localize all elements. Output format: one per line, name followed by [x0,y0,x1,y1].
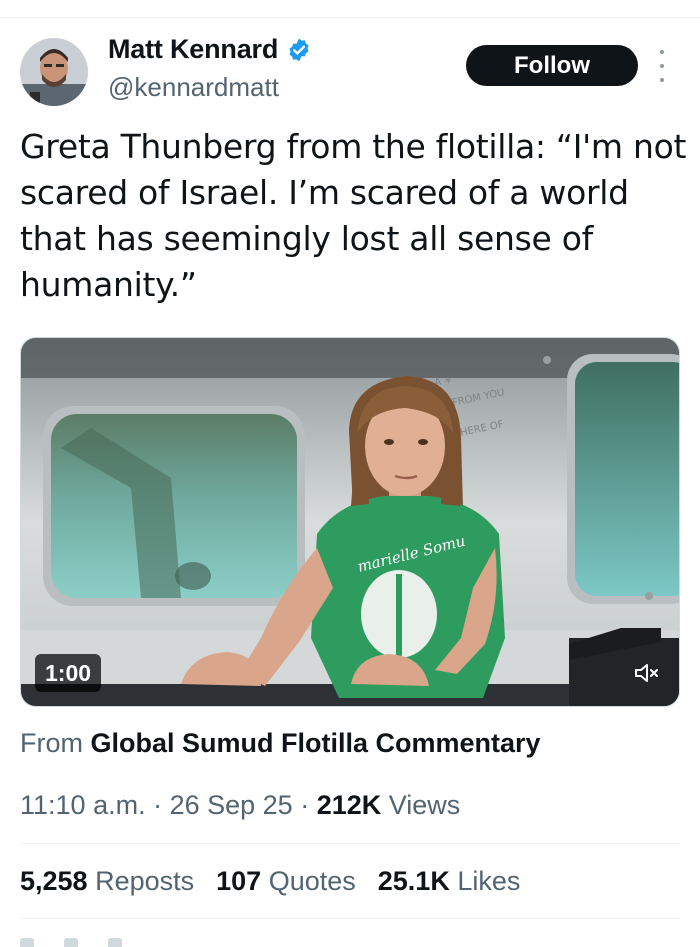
author-handle[interactable]: @kennardmatt [108,72,279,103]
views-count[interactable]: 212K [317,790,382,820]
video-player[interactable]: A ∗ FROM YOU HERE OF marielle Somu 1:00 [20,337,680,707]
more-dot [660,50,664,54]
likes-count: 25.1K [377,866,450,896]
likes-stat[interactable]: 25.1K Likes [378,866,521,897]
top-divider [0,0,700,18]
author-avatar[interactable] [20,38,88,106]
views-label: Views [381,790,461,820]
quotes-stat[interactable]: 107 Quotes [216,866,356,897]
source-prefix: From [20,728,83,758]
source-account-link[interactable]: Global Sumud Flotilla Commentary [91,728,541,758]
more-dot [660,78,664,82]
meta-separator: · [292,790,317,820]
speaker-muted-icon[interactable] [629,656,665,690]
verified-badge-icon [289,38,309,61]
quotes-count: 107 [216,866,262,896]
meta-separator: · [145,790,170,820]
quotes-label: Quotes [261,866,356,896]
action-icon[interactable] [108,938,122,947]
author-name-row[interactable]: Matt Kennard [108,34,312,65]
reposts-stat[interactable]: 5,258 Reposts [20,866,194,897]
action-icon[interactable] [20,938,34,947]
action-bar-cutoff [20,938,220,947]
avatar-image [20,38,88,106]
tweet-meta: 11:10 a.m. · 26 Sep 25 · 212K Views [20,790,460,821]
more-dot [660,64,664,68]
more-vertical-icon[interactable] [652,50,672,82]
engagement-stats: 5,258 Reposts 107 Quotes 25.1K Likes [20,866,542,897]
tweet-date[interactable]: 26 Sep 25 [170,790,293,820]
media-source: From Global Sumud Flotilla Commentary [20,728,541,759]
stats-divider-top [20,843,680,844]
reposts-count: 5,258 [20,866,88,896]
reposts-label: Reposts [87,866,195,896]
author-name[interactable]: Matt Kennard [108,34,278,65]
stats-divider-bottom [20,918,680,919]
likes-label: Likes [449,866,521,896]
tweet-time[interactable]: 11:10 a.m. [20,790,146,820]
video-duration: 1:00 [35,654,102,692]
follow-button[interactable]: Follow [466,45,638,86]
action-icon[interactable] [64,938,78,947]
video-thumbnail: A ∗ FROM YOU HERE OF marielle Somu [21,338,679,706]
tweet-text: Greta Thunberg from the flotilla: “I'm n… [20,127,687,304]
